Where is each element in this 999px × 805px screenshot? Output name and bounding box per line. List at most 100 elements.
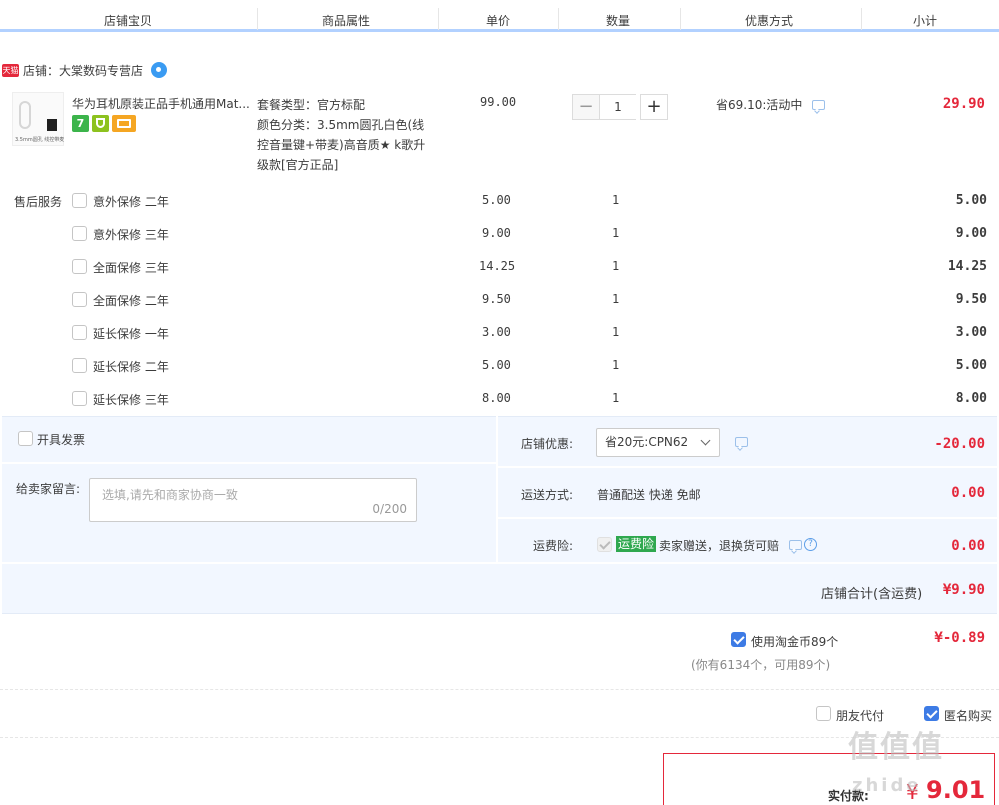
cart-header: 店铺宝贝 商品属性 单价 数量 优惠方式 小计 <box>0 0 999 32</box>
service-name: 延长保修 一年 <box>93 327 169 341</box>
panel-divider <box>498 517 997 519</box>
shipping-label: 运送方式: <box>521 488 574 502</box>
panel-divider <box>498 466 997 468</box>
seller-message-input[interactable]: 选填,请先和商家协商一致 0/200 <box>89 478 417 522</box>
product-attributes: 套餐类型：官方标配 颜色分类：3.5mm圆孔白色(线 控音量键+带麦)高音质★ … <box>257 95 425 175</box>
attr-line: 套餐类型：官方标配 <box>257 98 366 112</box>
service-qty: 1 <box>612 325 620 339</box>
use-coins-label: 使用淘金币89个 <box>751 635 839 649</box>
wangwang-chat-icon[interactable] <box>151 62 168 78</box>
panel-divider <box>2 562 997 564</box>
service-price: 14.25 <box>479 259 516 273</box>
seven-day-return-icon: 7 <box>72 115 89 132</box>
discount-chat-icon[interactable] <box>735 437 748 447</box>
invoice-checkbox[interactable] <box>18 431 33 446</box>
anonymous-checkbox[interactable] <box>924 706 939 721</box>
service-checkbox[interactable] <box>72 226 87 241</box>
service-checkbox[interactable] <box>72 391 87 406</box>
service-qty: 1 <box>612 391 620 405</box>
insurance-amount: 0.00 <box>951 538 985 554</box>
panel-divider <box>496 416 498 562</box>
credit-card-icon <box>112 115 136 132</box>
header-col-price: 单价 <box>486 14 511 28</box>
header-separator <box>680 8 681 30</box>
promo-chat-icon[interactable] <box>812 100 825 110</box>
service-qty: 1 <box>612 193 620 207</box>
promo-text: 省69.10:活动中 <box>716 98 803 112</box>
product-title[interactable]: 华为耳机原装正品手机通用Mat... <box>72 95 252 112</box>
header-col-quantity: 数量 <box>606 14 631 28</box>
service-name: 延长保修 二年 <box>93 360 169 374</box>
service-price: 8.00 <box>482 391 511 405</box>
service-subtotal: 9.50 <box>955 292 987 307</box>
service-qty: 1 <box>612 226 620 240</box>
coins-note: (你有6134个，可用89个) <box>691 658 831 672</box>
insurance-desc: 卖家赠送，退换货可赔 <box>659 539 780 553</box>
service-name: 全面保修 三年 <box>93 261 169 275</box>
attr-line: 颜色分类：3.5mm圆孔白色(线 <box>257 118 425 132</box>
attr-line: 级款[官方正品] <box>257 158 339 172</box>
use-coins-checkbox[interactable] <box>731 632 746 647</box>
pay-amount: 9.01 <box>926 776 986 804</box>
shop-discount-select[interactable]: 省20元:CPN62 <box>596 428 720 457</box>
service-checkbox[interactable] <box>72 358 87 373</box>
insurance-chat-icon[interactable] <box>789 540 802 550</box>
attr-line: 控音量键+带麦)高音质★ k歌升 <box>257 138 426 152</box>
quantity-increase-button[interactable]: + <box>640 94 668 120</box>
shop-discount-label: 店铺优惠: <box>521 437 574 451</box>
service-qty: 1 <box>612 292 620 306</box>
after-sales-label: 售后服务 <box>14 195 63 209</box>
watermark-text: zhide <box>852 775 922 796</box>
thumbnail-caption: 3.5mm圆孔 线控带麦 <box>15 137 65 143</box>
freight-insurance-badge: 运费险 <box>616 536 657 552</box>
service-name: 全面保修 二年 <box>93 294 169 308</box>
service-price: 9.00 <box>482 226 511 240</box>
service-checkbox[interactable] <box>72 259 87 274</box>
service-checkbox[interactable] <box>72 193 87 208</box>
header-separator <box>257 8 258 30</box>
quantity-input[interactable]: 1 <box>600 94 636 120</box>
shipping-amount: 0.00 <box>951 485 985 501</box>
service-price: 9.50 <box>482 292 511 306</box>
invoice-label: 开具发票 <box>37 433 86 447</box>
service-qty: 1 <box>612 358 620 372</box>
insurance-checkbox[interactable] <box>597 537 612 552</box>
coins-amount: ¥-0.89 <box>934 630 985 646</box>
service-subtotal: 5.00 <box>955 358 987 373</box>
help-icon[interactable]: ? <box>804 538 817 551</box>
service-checkbox[interactable] <box>72 325 87 340</box>
service-subtotal: 9.00 <box>955 226 987 241</box>
insurance-label: 运费险: <box>533 539 574 553</box>
earphone-box-shape <box>47 119 57 131</box>
header-col-item: 店铺宝贝 <box>104 14 153 28</box>
header-separator <box>438 8 439 30</box>
header-separator <box>558 8 559 30</box>
service-qty: 1 <box>612 259 620 273</box>
unit-price: 99.00 <box>480 95 517 109</box>
header-col-promo: 优惠方式 <box>745 14 794 28</box>
service-price: 5.00 <box>482 358 511 372</box>
shop-line: 天猫 店铺：大棠数码专营店 <box>0 60 168 80</box>
service-subtotal: 14.25 <box>947 259 987 274</box>
service-name: 意外保修 三年 <box>93 228 169 242</box>
header-col-attributes: 商品属性 <box>322 14 371 28</box>
message-label: 给卖家留言: <box>16 482 81 496</box>
message-char-count: 0/200 <box>372 502 407 516</box>
shipping-method: 普通配送 快递 免邮 <box>597 488 701 502</box>
product-thumbnail[interactable]: 3.5mm圆孔 线控带麦 <box>12 92 64 146</box>
tmall-badge-icon: 天猫 <box>2 63 19 77</box>
service-name: 延长保修 三年 <box>93 393 169 407</box>
section-divider <box>0 689 999 690</box>
message-placeholder: 选填,请先和商家协商一致 <box>102 488 238 502</box>
service-subtotal: 5.00 <box>955 193 987 208</box>
shop-name[interactable]: 店铺：大棠数码专营店 <box>23 62 143 79</box>
quantity-decrease-button[interactable]: − <box>572 94 600 120</box>
service-price: 3.00 <box>482 325 511 339</box>
friend-pay-checkbox[interactable] <box>816 706 831 721</box>
shop-discount-selected: 省20元:CPN62 <box>605 435 689 449</box>
earphone-cord-shape <box>19 101 31 129</box>
service-checkbox[interactable] <box>72 292 87 307</box>
guarantee-icon <box>92 115 109 132</box>
anonymous-label: 匿名购买 <box>944 709 993 723</box>
chevron-down-icon <box>700 435 711 446</box>
